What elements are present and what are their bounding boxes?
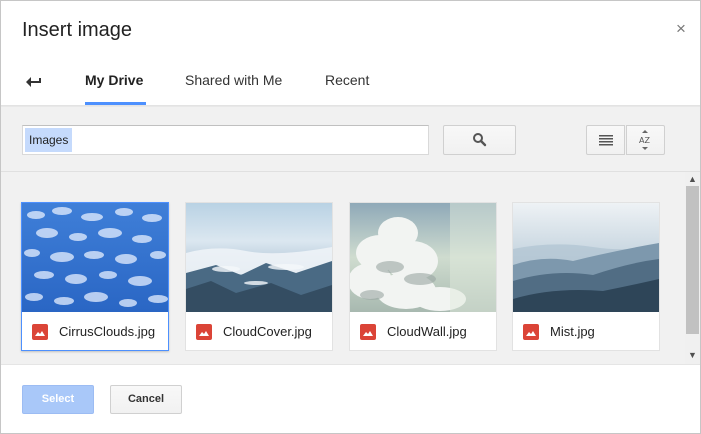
image-file-icon — [360, 324, 376, 340]
select-button[interactable]: Select — [22, 385, 94, 414]
file-card-cloud-wall[interactable]: CloudWall.jpg — [349, 202, 497, 351]
file-name: CirrusClouds.jpg — [59, 324, 156, 339]
sort-button[interactable]: AZ — [626, 125, 665, 155]
file-name: CloudWall.jpg — [387, 324, 467, 339]
search-token[interactable]: Images — [25, 128, 73, 152]
file-card-cirrus-clouds[interactable]: CirrusClouds.jpg — [21, 202, 169, 351]
file-name: CloudCover.jpg — [223, 324, 312, 339]
footer-divider — [1, 364, 700, 365]
sort-az-icon: AZ — [639, 130, 650, 150]
dialog-title: Insert image — [22, 19, 133, 41]
file-label: CloudCover.jpg — [186, 313, 332, 351]
file-label: CloudWall.jpg — [350, 313, 496, 351]
search-input[interactable]: Images — [22, 125, 429, 155]
back-arrow-icon[interactable] — [24, 73, 42, 89]
thumbnail — [513, 203, 659, 312]
thumbnail — [186, 203, 332, 312]
file-label: CirrusClouds.jpg — [22, 313, 168, 351]
scroll-up-arrow-icon[interactable]: ▲ — [685, 172, 700, 186]
file-card-cloud-cover[interactable]: CloudCover.jpg — [185, 202, 333, 351]
list-view-icon — [599, 135, 613, 146]
tab-recent[interactable]: Recent — [325, 72, 369, 106]
file-card-mist[interactable]: Mist.jpg — [512, 202, 660, 351]
scroll-thumb[interactable] — [686, 186, 699, 334]
insert-image-dialog: Insert image × My Drive Shared with Me R… — [0, 0, 701, 434]
thumbnail — [22, 203, 168, 312]
file-label: Mist.jpg — [513, 313, 659, 351]
tab-shared-with-me[interactable]: Shared with Me — [185, 72, 282, 106]
image-file-icon — [32, 324, 48, 340]
vertical-scrollbar[interactable]: ▲ ▼ — [685, 172, 700, 364]
list-view-button[interactable] — [586, 125, 625, 155]
image-file-icon — [523, 324, 539, 340]
search-button[interactable] — [443, 125, 516, 155]
close-icon[interactable]: × — [673, 19, 689, 39]
search-icon — [473, 133, 487, 147]
scroll-down-arrow-icon[interactable]: ▼ — [685, 348, 700, 362]
image-file-icon — [196, 324, 212, 340]
cancel-button[interactable]: Cancel — [110, 385, 182, 414]
svg-text:AZ: AZ — [639, 136, 650, 145]
file-name: Mist.jpg — [550, 324, 595, 339]
tab-my-drive[interactable]: My Drive — [85, 72, 143, 106]
thumbnail — [350, 203, 496, 312]
